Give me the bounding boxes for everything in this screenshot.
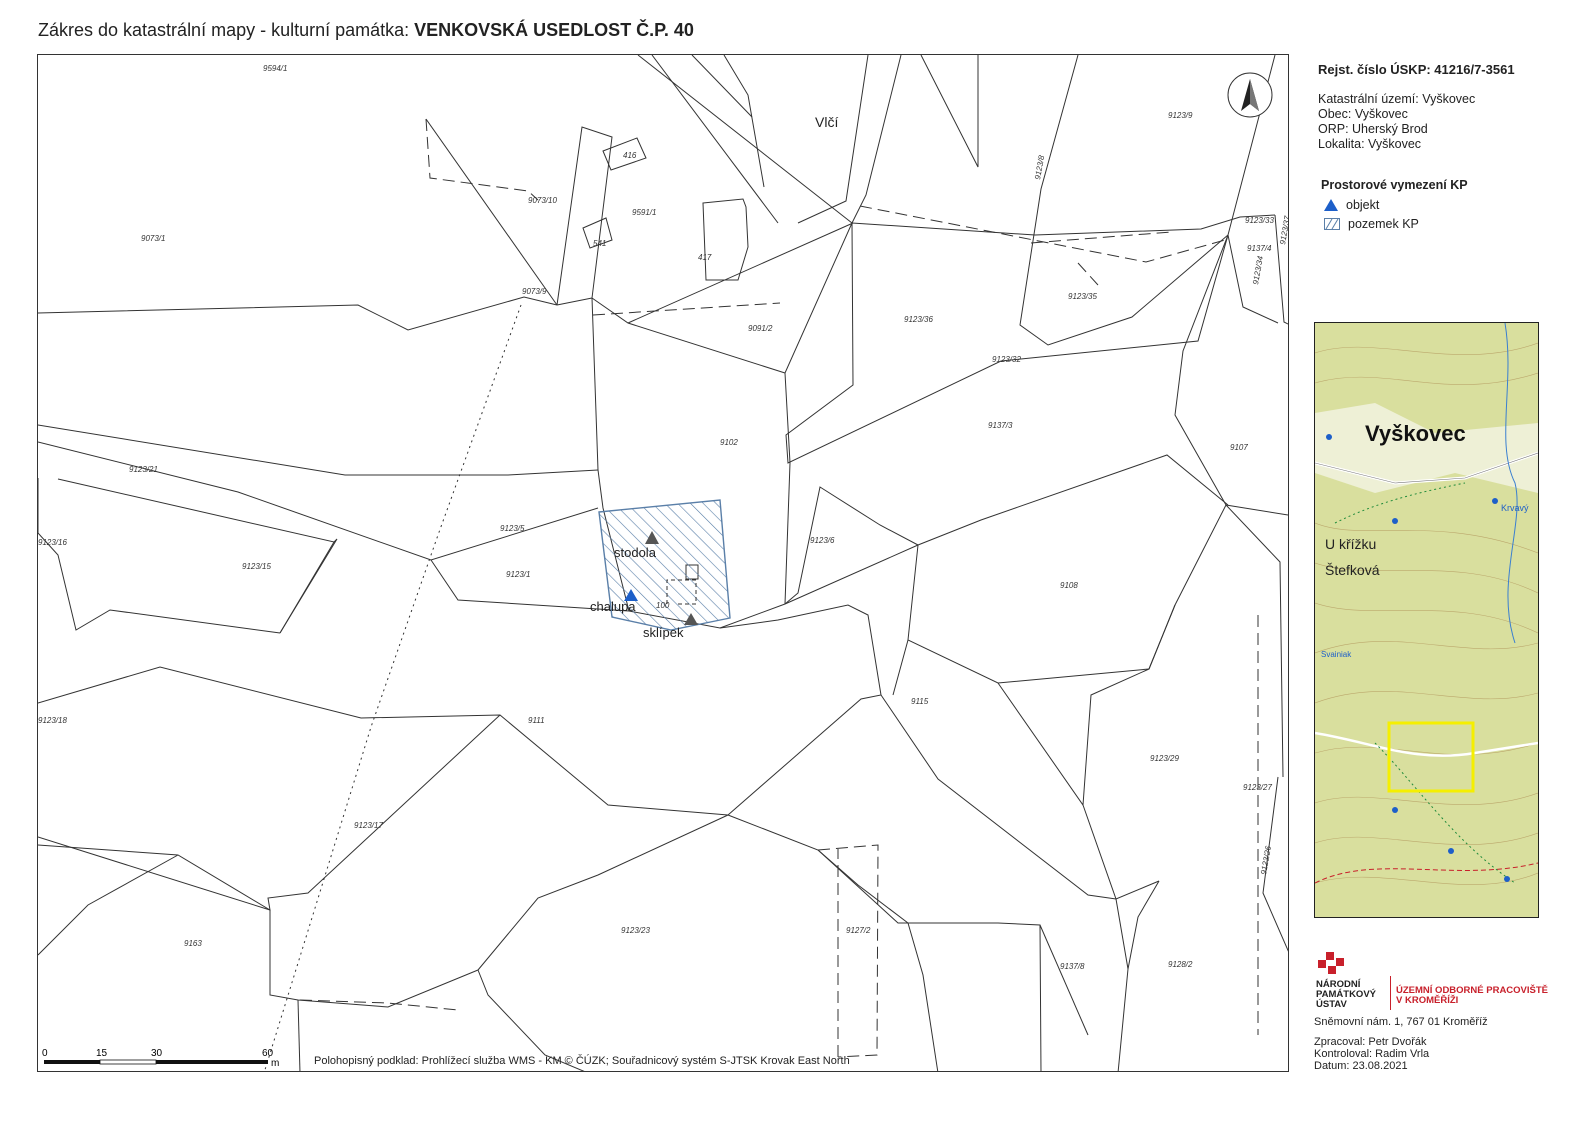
institution-logo: NÁRODNÍ PAMÁTKOVÝ ÚSTAV ÚZEMNÍ ODBORNÉ P… xyxy=(1314,952,1554,1012)
scale-tick-30: 30 xyxy=(151,1048,163,1059)
legend-label-plot: pozemek KP xyxy=(1348,217,1419,231)
railway-dotted-line xyxy=(264,304,522,1071)
scale-bar: 0 15 30 60 m xyxy=(42,1046,282,1069)
parcel-number-label: 9123/6 xyxy=(810,536,835,545)
parcel-number-label: 9137/8 xyxy=(1060,962,1085,971)
parcel-number-label: 9123/34 xyxy=(1251,255,1265,286)
cottage-label: chalupa xyxy=(590,599,636,614)
parcel-number-label: 9102 xyxy=(720,438,738,447)
legend-item-plot: pozemek KP xyxy=(1324,217,1419,231)
credit-checked-by: Kontroloval: Radim Vrla xyxy=(1314,1048,1430,1060)
parcel-number-label: 9073/1 xyxy=(141,234,165,243)
parcel-number-label: 9123/18 xyxy=(38,716,67,725)
parcel-number-label: 9163 xyxy=(184,939,202,948)
info-cadastral-area: Katastrální území: Vyškovec xyxy=(1318,92,1476,106)
logo-line-3: ÚSTAV xyxy=(1316,999,1347,1010)
logo-left-text: NÁRODNÍ PAMÁTKOVÝ ÚSTAV xyxy=(1316,980,1376,1010)
parcel-number-label: 9123/26 xyxy=(1259,845,1273,876)
scale-tick-0: 0 xyxy=(42,1048,48,1059)
parcel-number-label: 9123/27 xyxy=(1243,783,1272,792)
cellar-label: sklípek xyxy=(643,625,684,640)
cadastral-map-canvas[interactable]: 9594/1 9073/10 9591/1 9073/1 9073/9 416 541 417… xyxy=(38,55,1289,1072)
logo-right-line-2: V KROMĚŘÍŽI xyxy=(1396,995,1459,1006)
parcel-number-label: 9137/4 xyxy=(1247,244,1272,253)
parcel-number-label: 9123/36 xyxy=(904,315,933,324)
parcel-number-label: 9594/1 xyxy=(263,64,287,73)
parcel-number-label: 9123/23 xyxy=(621,926,650,935)
parcel-number-label: 9123/21 xyxy=(129,465,158,474)
poi-marker xyxy=(1492,498,1498,504)
address: Sněmovní nám. 1, 767 01 Kroměříž xyxy=(1314,1016,1488,1028)
dashed-boundaries xyxy=(299,118,1259,1058)
legend-title: Prostorové vymezení KP xyxy=(1321,178,1468,192)
cadastral-map[interactable]: 9594/1 9073/10 9591/1 9073/1 9073/9 416 541 417… xyxy=(37,54,1289,1072)
locator-label-svainiak: Svainiak xyxy=(1321,650,1352,659)
barn-label: stodola xyxy=(614,545,657,560)
parcel-number-label: 416 xyxy=(623,151,637,160)
parcel-number-label: 9137/3 xyxy=(988,421,1013,430)
npu-logo-icon xyxy=(1318,952,1344,974)
parcel-number-label: 9123/17 xyxy=(354,821,383,830)
parcel-number-label: 9123/9 xyxy=(1168,111,1193,120)
village-label: Vlčí xyxy=(815,114,838,130)
info-orp: ORP: Uherský Brod xyxy=(1318,122,1428,136)
map-title: Zákres do katastrální mapy - kulturní pa… xyxy=(38,20,694,41)
poi-marker xyxy=(1326,434,1332,440)
title-name: VENKOVSKÁ USEDLOST Č.P. 40 xyxy=(414,20,694,40)
legend-item-object: objekt xyxy=(1324,198,1379,212)
parcel-number-label: 9123/29 xyxy=(1150,754,1179,763)
poi-marker xyxy=(1392,518,1398,524)
parcel-number-label: 9091/2 xyxy=(748,324,773,333)
locator-label-krizku: U křížku xyxy=(1325,536,1376,552)
logo-right-text: ÚZEMNÍ ODBORNÉ PRACOVIŠTĚ V KROMĚŘÍŽI xyxy=(1396,986,1548,1006)
legend-label-object: objekt xyxy=(1346,198,1380,212)
hatched-box-icon xyxy=(1324,218,1340,230)
parcel-number-label: 541 xyxy=(593,239,606,248)
poi-marker xyxy=(1392,807,1398,813)
parcel-number-label: 9073/9 xyxy=(522,287,547,296)
title-prefix: Zákres do katastrální mapy - kulturní pa… xyxy=(38,20,415,40)
parcel-number-label: 9123/32 xyxy=(992,355,1021,364)
map-sidebar: Rejst. číslo ÚSKP: 41216/7-3561 Katastrá… xyxy=(1310,54,1580,1084)
parcel-number-label: 9108 xyxy=(1060,581,1078,590)
poi-marker xyxy=(1448,848,1454,854)
scale-tick-15: 15 xyxy=(96,1048,108,1059)
logo-divider xyxy=(1390,976,1391,1010)
parcel-number-label: 9115 xyxy=(911,697,929,706)
parcel-number-label: 9128/2 xyxy=(1168,960,1193,969)
map-attribution: Polohopisný podklad: Prohlížecí služba W… xyxy=(314,1055,850,1067)
parcel-number-label: 9123/35 xyxy=(1068,292,1097,301)
locator-overview-map[interactable]: Vyškovec U křížku Štefková Krvavý Svaini… xyxy=(1314,322,1539,918)
parcel-number-label: 9123/5 xyxy=(500,524,525,533)
poi-marker xyxy=(1504,876,1510,882)
north-arrow xyxy=(1227,72,1273,118)
parcel-number-label: 9123/37 xyxy=(1278,215,1289,246)
parcel-number-label: 9107 xyxy=(1230,443,1248,452)
credit-date: Datum: 23.08.2021 xyxy=(1314,1060,1408,1072)
info-municipality: Obec: Vyškovec xyxy=(1318,107,1408,121)
parcel-number-label: 9123/33 xyxy=(1245,216,1274,225)
blue-triangle-icon xyxy=(1324,199,1338,211)
parcel-number-label: 9123/16 xyxy=(38,538,67,547)
parcel-number-label: 100 xyxy=(656,601,670,610)
scale-unit: m xyxy=(271,1058,279,1068)
parcel-number-label: 9073/10 xyxy=(528,196,557,205)
registry-number: Rejst. číslo ÚSKP: 41216/7-3561 xyxy=(1318,62,1515,77)
parcel-number-label: 9123/15 xyxy=(242,562,271,571)
locator-label-stefkova: Štefková xyxy=(1325,562,1380,578)
locator-place-name: Vyškovec xyxy=(1365,421,1466,446)
parcel-number-label: 9123/1 xyxy=(506,570,530,579)
credit-processed-by: Zpracoval: Petr Dvořák xyxy=(1314,1036,1427,1048)
parcel-number-label: 9591/1 xyxy=(632,208,656,217)
parcel-number-label: 9127/2 xyxy=(846,926,871,935)
locator-label-krvavy: Krvavý xyxy=(1501,503,1529,513)
parcel-number-label: 417 xyxy=(698,253,712,262)
parcel-number-label: 9111 xyxy=(528,716,545,725)
info-locality: Lokalita: Vyškovec xyxy=(1318,137,1422,151)
